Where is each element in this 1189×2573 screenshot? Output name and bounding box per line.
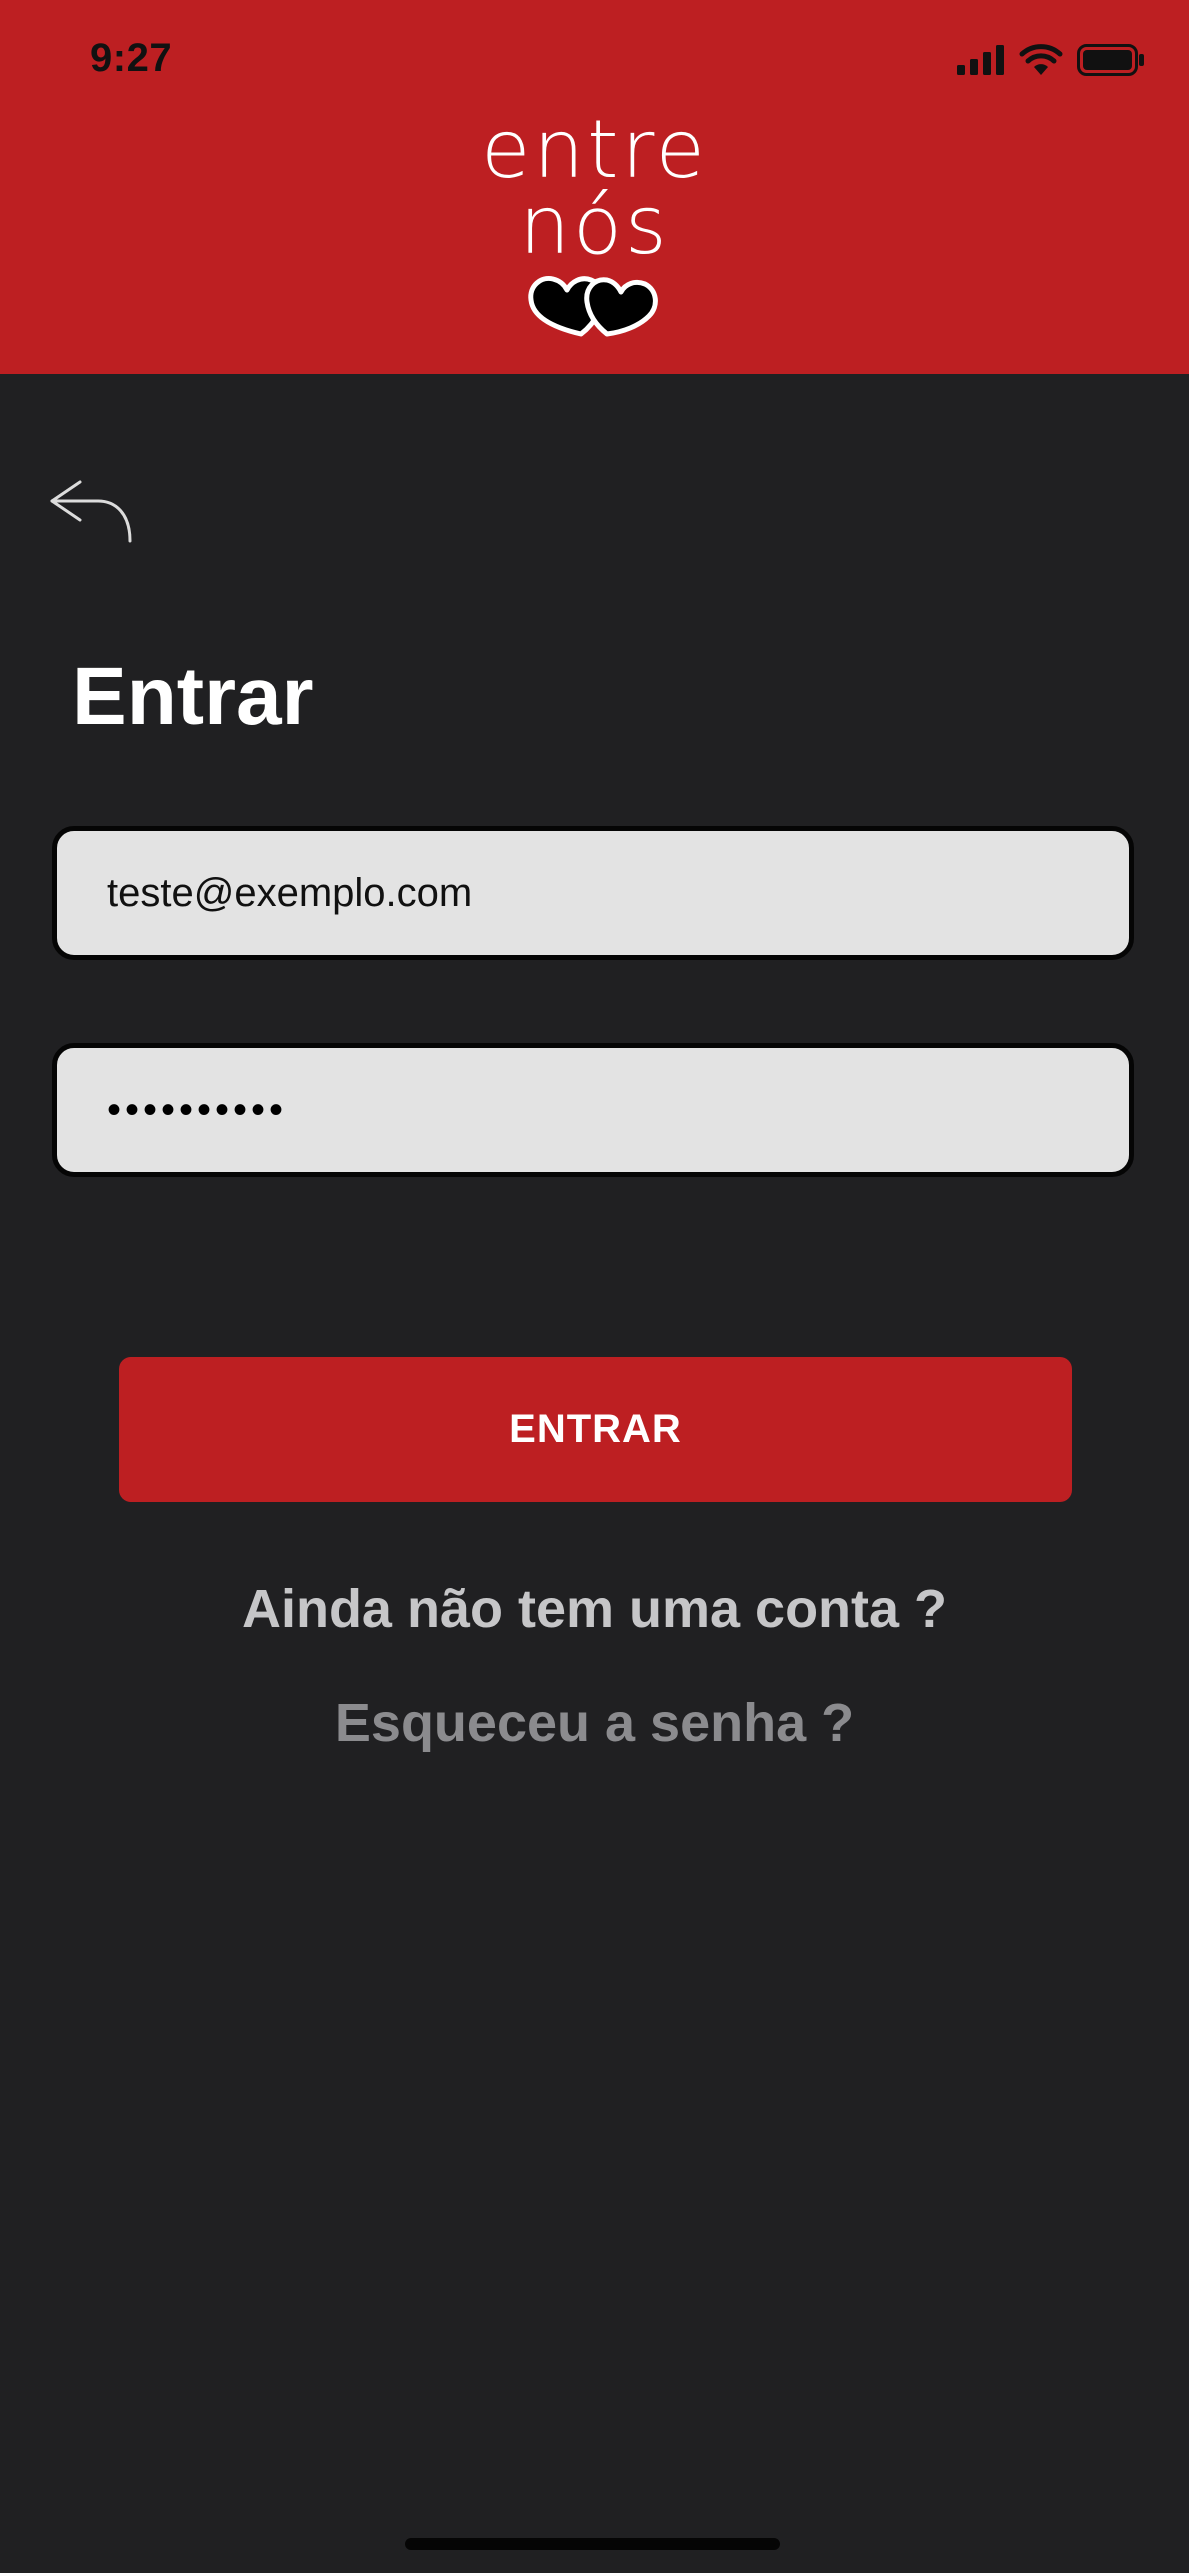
- password-value: ••••••••••: [107, 1087, 288, 1132]
- login-button[interactable]: ENTRAR: [119, 1357, 1072, 1502]
- password-field[interactable]: ••••••••••: [52, 1043, 1134, 1177]
- home-indicator: [405, 2538, 780, 2550]
- logo-text-line2: nós: [519, 179, 670, 272]
- email-field[interactable]: teste@exemplo.com: [52, 826, 1134, 960]
- forgot-password-link[interactable]: Esqueceu a senha ?: [0, 1692, 1189, 1754]
- signup-link[interactable]: Ainda não tem uma conta ?: [0, 1578, 1189, 1640]
- page-title: Entrar: [72, 651, 314, 742]
- login-button-label: ENTRAR: [509, 1407, 682, 1451]
- battery-icon: [1077, 44, 1144, 76]
- signal-icon: [957, 45, 1004, 75]
- logo-text-line1: entre: [481, 103, 708, 196]
- app-logo: entre nós: [0, 103, 1189, 338]
- back-button[interactable]: [46, 476, 136, 546]
- two-hearts-icon: [527, 275, 658, 337]
- status-icons: [957, 44, 1145, 76]
- app-header: 9:27 entre nós: [0, 0, 1189, 374]
- status-bar: 9:27: [0, 0, 1189, 110]
- email-value: teste@exemplo.com: [107, 870, 473, 915]
- status-time: 9:27: [90, 36, 173, 80]
- back-arrow-icon: [50, 480, 132, 543]
- wifi-icon: [1019, 44, 1063, 75]
